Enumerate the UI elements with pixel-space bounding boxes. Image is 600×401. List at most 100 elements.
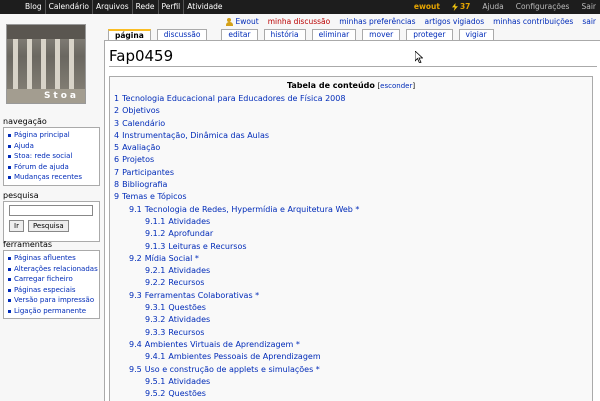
tools-title: ferramentas (3, 240, 100, 251)
sidebar-item-social-network[interactable]: Stoa: rede social (7, 151, 99, 162)
tab-delete[interactable]: eliminar (311, 29, 357, 40)
toc-item[interactable]: 9.5.2 Questões (110, 388, 592, 400)
toc-hide-link[interactable]: esconder (380, 82, 412, 90)
table-of-contents: Tabela de conteúdo [esconder] 1 Tecnologi… (109, 76, 593, 401)
toc-item-label: Ambientes Virtuais de Aprendizagem * (144, 339, 300, 349)
search-portlet: pesquisa Ir Pesquisa (3, 191, 100, 242)
toc-item-number: 9.4 (129, 339, 142, 349)
personal-links: Ewout minha discussão minhas preferência… (225, 16, 596, 27)
tab-discussion[interactable]: discussão (156, 29, 208, 40)
toc-item[interactable]: 8 Bibliografia (110, 179, 592, 191)
points-badge[interactable]: 37 (451, 0, 470, 14)
tools-portlet: ferramentas Páginas afluentes Alterações… (3, 240, 100, 319)
toc-item[interactable]: 9.1 Tecnologia de Redes, Hypermídia e Arq… (110, 204, 592, 216)
sidebar-item-help-forum[interactable]: Fórum de ajuda (7, 162, 99, 173)
toc-item[interactable]: 9.1.1 Atividades (110, 216, 592, 228)
toc-item-label: Ambientes Pessoais de Aprendizagem (168, 352, 321, 362)
toc-item[interactable]: 5 Avaliação (110, 142, 592, 154)
search-input[interactable] (9, 205, 93, 216)
toc-item[interactable]: 2 Objetivos (110, 105, 592, 117)
top-bar: Blog Calendário Arquivos Rede Perfil Ati… (0, 0, 600, 14)
tab-move[interactable]: mover (362, 29, 401, 40)
toc-item-number: 9.3 (129, 290, 142, 300)
sidebar-item-permanent-link[interactable]: Ligação permanente (7, 306, 99, 317)
toc-item-number: 2 (114, 106, 120, 116)
toc-item[interactable]: 9.1.2 Aprofundar (110, 228, 592, 240)
toc-item-label: Questões (168, 303, 206, 313)
tab-watch[interactable]: vigiar (458, 29, 494, 40)
toc-item-label: Atividades (168, 216, 211, 226)
toc-item-number: 9.3.2 (145, 315, 166, 325)
sidebar-item-what-links-here[interactable]: Páginas afluentes (7, 253, 99, 264)
mouse-cursor-icon (415, 51, 423, 63)
personal-logout-link[interactable]: sair (582, 17, 596, 26)
toc-item-number: 9.4.1 (145, 352, 166, 362)
top-settings-link[interactable]: Configurações (516, 0, 570, 14)
personal-contribs-link[interactable]: minhas contribuições (493, 17, 573, 26)
top-nav-calendar[interactable]: Calendário (44, 0, 92, 14)
toc-item-number: 9.3.1 (145, 303, 166, 313)
personal-user-link[interactable]: Ewout (225, 17, 259, 26)
toc-item-label: Bibliografia (122, 180, 168, 190)
top-help-link[interactable]: Ajuda (482, 0, 503, 14)
toc-item[interactable]: 9.2 Mídia Social * (110, 253, 592, 265)
top-user-nav: ewout 37 Ajuda Configurações Sair (414, 0, 596, 14)
navigation-portlet: navegação Página principal Ajuda Stoa: r… (3, 117, 100, 186)
personal-watchlist-link[interactable]: artigos vigiados (425, 17, 485, 26)
toc-item-number: 9.5.2 (145, 389, 166, 399)
toc-item[interactable]: 9.3.2 Atividades (110, 314, 592, 326)
sidebar-item-main-page[interactable]: Página principal (7, 130, 99, 141)
top-nav-profile[interactable]: Perfil (157, 0, 184, 14)
toc-item-label: Recursos (168, 327, 205, 337)
toc-item[interactable]: 9.1.3 Leituras e Recursos (110, 241, 592, 253)
personal-prefs-link[interactable]: minhas preferências (339, 17, 415, 26)
top-nav-network[interactable]: Rede (131, 0, 158, 14)
top-nav-files[interactable]: Arquivos (92, 0, 132, 14)
toc-item[interactable]: 7 Participantes (110, 167, 592, 179)
toc-item-number: 5 (114, 143, 120, 153)
toc-item[interactable]: 4 Instrumentação, Dinâmica das Aulas (110, 130, 592, 142)
tab-protect[interactable]: proteger (406, 29, 453, 40)
sidebar-item-special-pages[interactable]: Páginas especiais (7, 285, 99, 296)
toc-item[interactable]: 9.5 Uso e construção de applets e simulaç… (110, 364, 592, 376)
toc-item[interactable]: 9.5.1 Atividades (110, 376, 592, 388)
search-go-button[interactable]: Ir (9, 220, 24, 232)
top-username[interactable]: ewout (414, 0, 440, 14)
toc-item-number: 8 (114, 180, 120, 190)
toc-item[interactable]: 9.3.1 Questões (110, 302, 592, 314)
toc-item-label: Tecnologia de Redes, Hypermídia e Arquit… (144, 204, 360, 214)
toc-item[interactable]: 9.4.1 Ambientes Pessoais de Aprendizagem (110, 351, 592, 363)
search-button[interactable]: Pesquisa (27, 220, 69, 232)
sidebar-item-related-changes[interactable]: Alterações relacionadas (7, 264, 99, 275)
toc-item[interactable]: 9.4 Ambientes Virtuais de Aprendizagem * (110, 339, 592, 351)
tab-history[interactable]: história (263, 29, 306, 40)
personal-discussion-link[interactable]: minha discussão (268, 17, 331, 26)
toc-item[interactable]: 3 Calendário (110, 118, 592, 130)
navigation-title: navegação (3, 117, 100, 128)
user-icon (225, 17, 233, 26)
top-logout-link[interactable]: Sair (581, 0, 596, 14)
toc-item[interactable]: 9.3.3 Recursos (110, 327, 592, 339)
tab-page[interactable]: página (108, 29, 151, 40)
toc-item-label: Leituras e Recursos (168, 241, 247, 251)
toc-item-label: Instrumentação, Dinâmica das Aulas (122, 130, 270, 140)
toc-item[interactable]: 9.2.2 Recursos (110, 277, 592, 289)
toc-item[interactable]: 9 Temas e Tópicos (110, 191, 592, 203)
toc-item[interactable]: 9.3 Ferramentas Colaborativas * (110, 290, 592, 302)
top-nav-blog[interactable]: Blog (22, 0, 45, 14)
tab-edit[interactable]: editar (221, 29, 258, 40)
toc-item[interactable]: 6 Projetos (110, 154, 592, 166)
sidebar-item-help[interactable]: Ajuda (7, 141, 99, 152)
sidebar-item-upload-file[interactable]: Carregar ficheiro (7, 274, 99, 285)
sidebar-item-printable-version[interactable]: Versão para impressão (7, 295, 99, 306)
logo-text: Stoa (43, 91, 79, 101)
stoa-logo[interactable]: Stoa (6, 24, 86, 104)
toc-title: Tabela de conteúdo (286, 81, 375, 90)
top-nav-activity[interactable]: Atividade (183, 0, 225, 14)
toc-item[interactable]: 1 Tecnologia Educacional para Educadores … (110, 93, 592, 105)
toc-item-label: Calendário (122, 118, 166, 128)
toc-item[interactable]: 9.2.1 Atividades (110, 265, 592, 277)
sidebar-item-recent-changes[interactable]: Mudanças recentes (7, 172, 99, 183)
toc-item-number: 1 (114, 94, 120, 103)
toc-item-label: Atividades (168, 376, 211, 386)
